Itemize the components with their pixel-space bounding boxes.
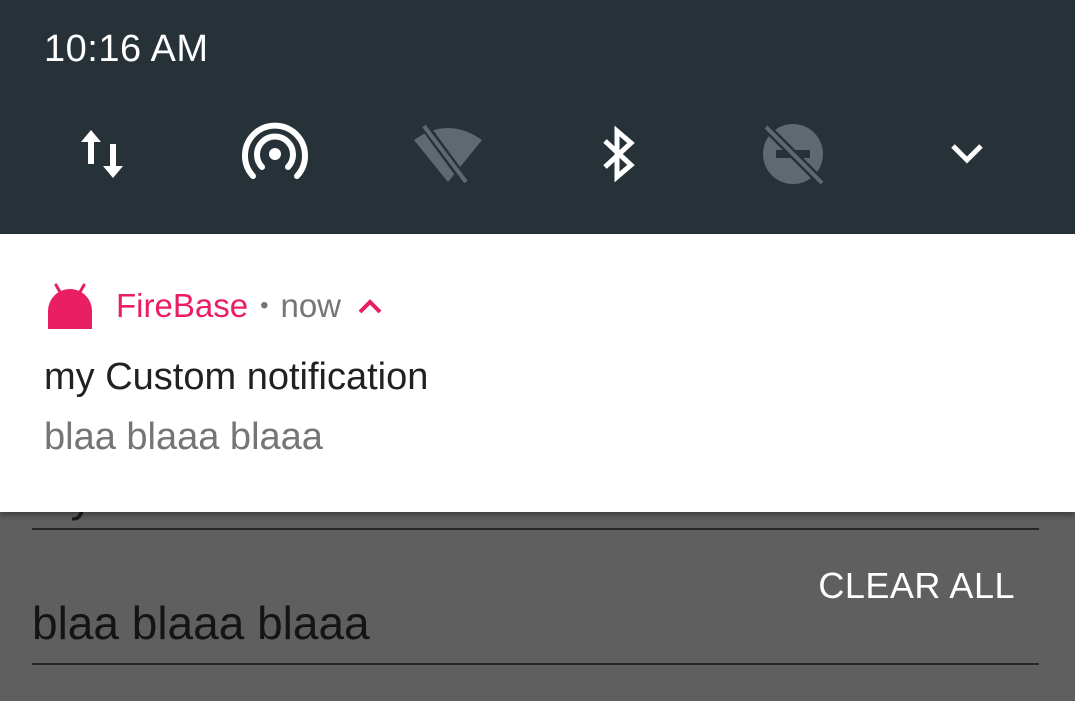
qs-tile-wifi[interactable] — [412, 118, 484, 190]
bluetooth-icon — [603, 125, 635, 183]
android-app-icon — [48, 283, 92, 329]
field-underline — [32, 663, 1039, 665]
mobile-data-icon — [81, 130, 123, 178]
qs-tile-hotspot[interactable] — [239, 118, 311, 190]
chevron-down-icon — [951, 144, 983, 164]
notification-header: FireBase • now — [46, 280, 383, 332]
qs-expand-button[interactable] — [931, 118, 1003, 190]
notification-time: now — [280, 287, 342, 324]
field-underline — [32, 528, 1039, 530]
chevron-up-icon[interactable] — [357, 297, 383, 315]
notification-text: blaa blaaa blaaa — [44, 416, 323, 458]
qs-tile-bluetooth[interactable] — [583, 118, 655, 190]
quick-settings-panel: 10:16 AM — [0, 0, 1075, 234]
screen: my blaa blaaa blaaa CLEAR ALL 10:16 AM — [0, 0, 1075, 701]
app-field-text: blaa blaaa blaaa — [32, 597, 370, 649]
qs-tile-do-not-disturb[interactable] — [757, 118, 829, 190]
status-time: 10:16 AM — [44, 28, 209, 70]
header-separator: • — [260, 292, 269, 319]
qs-tile-mobile-data[interactable] — [67, 118, 139, 190]
notification-title: my Custom notification — [44, 356, 429, 398]
wifi-off-icon — [414, 124, 482, 184]
do-not-disturb-off-icon — [762, 123, 824, 185]
hotspot-icon — [242, 122, 308, 179]
notification-app-name: FireBase — [116, 287, 249, 324]
clear-all-button[interactable]: CLEAR ALL — [818, 565, 1015, 607]
